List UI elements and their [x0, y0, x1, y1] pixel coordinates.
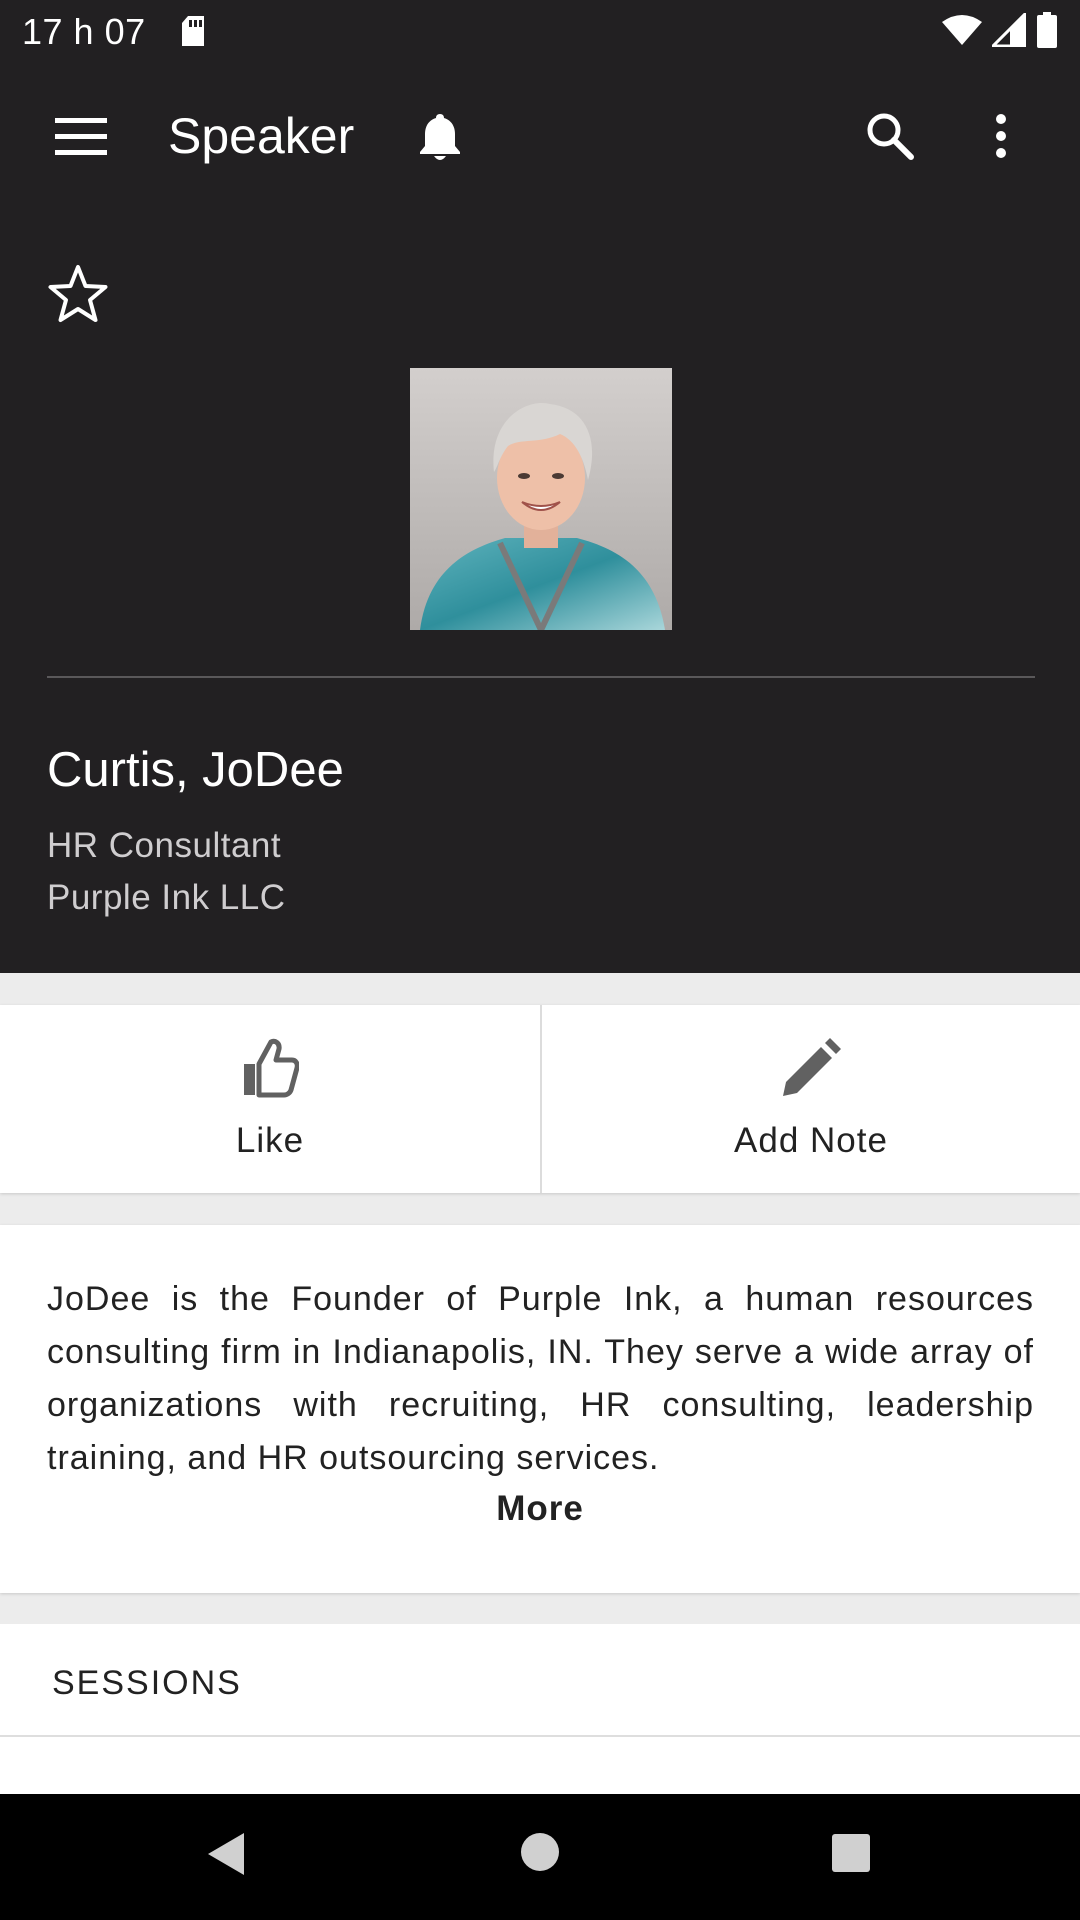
- sessions-divider: [0, 1735, 1080, 1737]
- bio-card: JoDee is the Founder of Purple Ink, a hu…: [0, 1225, 1080, 1593]
- status-bar: 17 h 07: [0, 0, 1080, 64]
- signal-icon: [989, 9, 1027, 52]
- speaker-header: Curtis, JoDee HR Consultant Purple Ink L…: [0, 210, 1080, 973]
- like-label: Like: [235, 1121, 305, 1160]
- status-time: 17 h 07: [22, 11, 146, 52]
- speaker-photo: [410, 368, 672, 630]
- status-icons: [942, 9, 1058, 53]
- bell-icon[interactable]: [414, 106, 466, 168]
- speaker-company: Purple Ink LLC: [47, 878, 286, 917]
- wifi-icon: [942, 14, 982, 51]
- header-divider: [47, 676, 1035, 678]
- recents-icon[interactable]: [830, 1832, 872, 1874]
- sd-card-icon: [180, 16, 206, 48]
- add-note-button[interactable]: Add Note: [540, 1005, 1080, 1193]
- speaker-screen: 17 h 07 Speaker Curtis, JoDee HR Consult…: [0, 0, 1080, 1920]
- actions-card: Like Add Note: [0, 1005, 1080, 1193]
- search-icon[interactable]: [862, 106, 918, 166]
- more-vert-icon[interactable]: [986, 106, 1016, 166]
- page-title: Speaker: [168, 108, 355, 164]
- more-button[interactable]: More: [0, 1489, 1080, 1529]
- star-icon[interactable]: [44, 260, 112, 328]
- speaker-name: Curtis, JoDee: [47, 743, 344, 797]
- sessions-section: SESSIONS: [0, 1624, 1080, 1794]
- back-icon[interactable]: [204, 1830, 248, 1878]
- bio-text: JoDee is the Founder of Purple Ink, a hu…: [47, 1280, 1034, 1477]
- sessions-header: SESSIONS: [52, 1664, 242, 1702]
- menu-icon[interactable]: [54, 112, 108, 162]
- system-nav-bar: [0, 1794, 1080, 1920]
- pencil-icon: [781, 1033, 841, 1103]
- like-button[interactable]: Like: [0, 1005, 540, 1193]
- home-icon[interactable]: [520, 1832, 560, 1872]
- speaker-title: HR Consultant: [47, 826, 282, 865]
- battery-icon: [1036, 11, 1058, 53]
- thumbs-up-icon: [241, 1033, 299, 1103]
- app-bar: Speaker: [0, 64, 1080, 210]
- add-note-label: Add Note: [734, 1121, 888, 1160]
